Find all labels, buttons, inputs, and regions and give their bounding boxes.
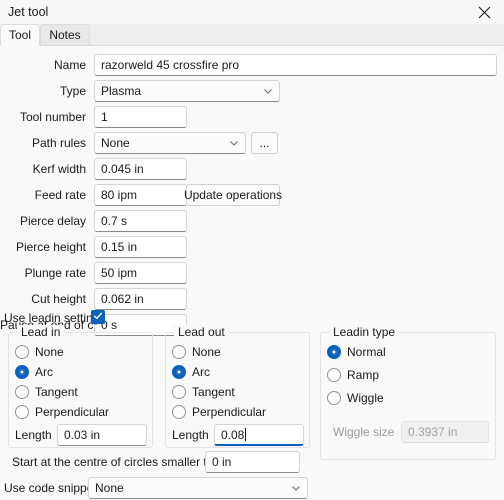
path-rules-label: Path rules: [31, 136, 86, 150]
lead-in-option-none[interactable]: None: [15, 345, 64, 359]
plunge-rate-label: Plunge rate: [24, 266, 86, 280]
code-snippet-label: Use code snippet: [4, 481, 97, 495]
radio-icon: [172, 345, 186, 359]
lead-out-option-perpendicular-label: Perpendicular: [192, 405, 267, 419]
leadin-type-group: Leadin type Normal Ramp Wiggle Wiggle si…: [320, 325, 496, 460]
tab-strip: Tool Notes: [0, 24, 504, 46]
tab-notes[interactable]: Notes: [40, 24, 90, 46]
leadin-type-option-normal[interactable]: Normal: [327, 345, 386, 359]
tool-number-input[interactable]: 1: [94, 106, 187, 128]
tab-tool-label: Tool: [8, 28, 31, 42]
close-button[interactable]: [464, 0, 504, 24]
wiggle-size-label: Wiggle size: [333, 425, 395, 439]
lead-out-option-none[interactable]: None: [172, 345, 221, 359]
lead-out-length-value: 0.08: [221, 427, 245, 442]
lead-out-group: Lead out None Arc Tangent Perpendicular …: [165, 325, 310, 448]
pierce-height-label: Pierce height: [15, 240, 86, 254]
lead-in-option-perpendicular-label: Perpendicular: [35, 405, 110, 419]
window-title: Jet tool: [8, 5, 49, 19]
feed-rate-input[interactable]: 80 ipm: [94, 184, 187, 206]
radio-icon: [172, 385, 186, 399]
radio-icon: [15, 345, 29, 359]
radio-icon: [327, 391, 341, 405]
lead-in-group: Lead in None Arc Tangent Perpendicular L…: [8, 325, 153, 448]
leadin-type-group-title: Leadin type: [329, 325, 400, 339]
start-centre-input[interactable]: 0 in: [205, 451, 300, 473]
leadin-type-option-ramp[interactable]: Ramp: [327, 368, 379, 382]
cut-height-input[interactable]: 0.062 in: [94, 288, 187, 310]
kerf-width-input[interactable]: 0.045 in: [94, 158, 187, 180]
check-icon: [93, 310, 103, 324]
lead-in-length-input[interactable]: 0.03 in: [57, 424, 147, 446]
feed-rate-label: Feed rate: [34, 188, 86, 202]
leadin-type-option-normal-label: Normal: [347, 345, 386, 359]
leadin-type-option-wiggle-label: Wiggle: [347, 391, 384, 405]
lead-in-option-perpendicular[interactable]: Perpendicular: [15, 405, 109, 419]
tab-tool[interactable]: Tool: [0, 24, 40, 46]
radio-icon: [172, 405, 186, 419]
lead-in-length-label: Length: [15, 428, 52, 442]
radio-icon: [15, 385, 29, 399]
kerf-width-label: Kerf width: [32, 162, 86, 176]
cut-height-label: Cut height: [31, 292, 86, 306]
pierce-delay-input[interactable]: 0.7 s: [94, 210, 187, 232]
name-label: Name: [53, 58, 86, 72]
code-snippet-select-value: None: [95, 481, 124, 495]
wiggle-size-input: 0.3937 in: [401, 421, 489, 443]
radio-icon-selected: [15, 365, 29, 379]
close-icon: [478, 6, 491, 19]
use-leadin-settings-checkbox[interactable]: [91, 310, 105, 324]
lead-in-option-arc-label: Arc: [35, 365, 53, 379]
lead-out-option-tangent-label: Tangent: [192, 385, 235, 399]
chevron-down-icon: [261, 84, 275, 98]
text-cursor: [245, 428, 247, 441]
lead-in-option-none-label: None: [35, 345, 64, 359]
type-select-value: Plasma: [101, 84, 142, 98]
chevron-down-icon: [227, 136, 241, 150]
type-select[interactable]: Plasma: [94, 80, 280, 102]
name-input[interactable]: razorweld 45 crossfire pro: [94, 54, 497, 76]
chevron-down-icon: [289, 481, 303, 495]
title-bar: Jet tool: [0, 0, 504, 24]
lead-out-length-label: Length: [172, 428, 209, 442]
lead-out-option-perpendicular[interactable]: Perpendicular: [172, 405, 266, 419]
lead-out-option-arc[interactable]: Arc: [172, 365, 210, 379]
lead-out-length-input[interactable]: 0.08: [214, 424, 304, 446]
code-snippet-select[interactable]: None: [88, 477, 308, 499]
lead-out-option-tangent[interactable]: Tangent: [172, 385, 235, 399]
radio-icon-selected: [172, 365, 186, 379]
lead-out-group-title: Lead out: [174, 325, 229, 339]
pierce-delay-label: Pierce delay: [19, 214, 86, 228]
tool-number-label: Tool number: [19, 110, 86, 124]
update-operations-button[interactable]: Update operations: [184, 184, 282, 206]
path-rules-select-value: None: [101, 136, 130, 150]
plunge-rate-input[interactable]: 50 ipm: [94, 262, 187, 284]
path-rules-select[interactable]: None: [94, 132, 246, 154]
lead-in-option-arc[interactable]: Arc: [15, 365, 53, 379]
lead-in-option-tangent[interactable]: Tangent: [15, 385, 78, 399]
leadin-type-option-wiggle[interactable]: Wiggle: [327, 391, 384, 405]
lead-out-option-none-label: None: [192, 345, 221, 359]
leadin-type-option-ramp-label: Ramp: [347, 368, 380, 382]
path-rules-browse-button[interactable]: ...: [251, 132, 278, 154]
lead-in-group-title: Lead in: [17, 325, 65, 339]
lead-out-option-arc-label: Arc: [192, 365, 210, 379]
lead-in-option-tangent-label: Tangent: [35, 385, 78, 399]
start-centre-label: Start at the centre of circles smaller t…: [12, 455, 227, 469]
pierce-height-input[interactable]: 0.15 in: [94, 236, 187, 258]
radio-icon-selected: [327, 345, 341, 359]
radio-icon: [15, 405, 29, 419]
radio-icon: [327, 368, 341, 382]
tab-notes-label: Notes: [49, 28, 81, 42]
type-label: Type: [59, 84, 86, 98]
